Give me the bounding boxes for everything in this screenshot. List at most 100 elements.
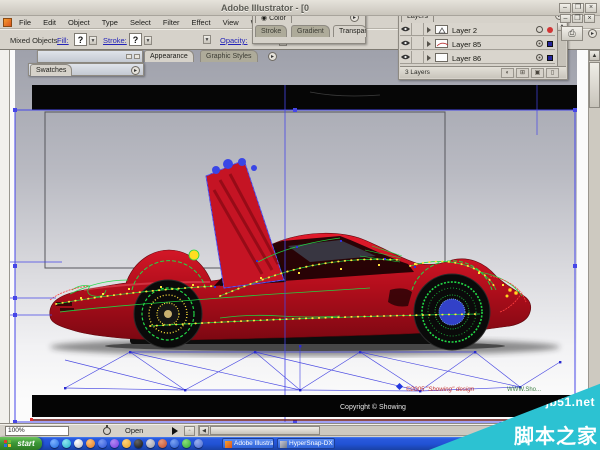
fill-dropdown-arrow-icon[interactable]: ▼	[89, 36, 97, 45]
play-icon[interactable]	[172, 427, 178, 435]
restore-button[interactable]: ❐	[572, 3, 584, 13]
doc-restore-button[interactable]: ❐	[572, 14, 583, 23]
selection-context-label: Mixed Objects	[10, 36, 58, 45]
layer-row[interactable]: Layer 2	[400, 23, 555, 36]
hypersnap-icon	[280, 441, 287, 448]
tab-stroke[interactable]: Stroke	[255, 25, 288, 37]
doc-close-button[interactable]: ×	[584, 14, 595, 23]
stroke-link[interactable]: Stroke:	[103, 36, 127, 45]
tab-appearance[interactable]: Appearance	[144, 50, 194, 62]
layers-count: 3 Layers	[405, 69, 430, 76]
expand-arrow-icon[interactable]	[427, 27, 431, 33]
layer-name[interactable]: Layer 2	[452, 26, 477, 35]
quick-launch-icon[interactable]	[110, 439, 119, 448]
status-text[interactable]: Open	[125, 426, 143, 435]
vertical-scrollbar[interactable]: ▲ ▼	[588, 50, 600, 424]
menu-effect[interactable]: Effect	[186, 16, 217, 27]
menu-object[interactable]: Object	[62, 16, 96, 27]
menu-edit[interactable]: Edit	[37, 16, 62, 27]
status-popup-button[interactable]: ▫	[184, 426, 195, 436]
appearance-palette-titlebar[interactable]	[37, 50, 143, 63]
export-button[interactable]: ⎙	[561, 26, 583, 41]
layer-thumbnail	[435, 39, 449, 48]
target-circle[interactable]	[536, 54, 543, 61]
minimize-button[interactable]: –	[559, 3, 571, 13]
new-sublayer-button[interactable]: ⊞	[516, 68, 529, 78]
taskbar-button-illustrator[interactable]: Adobe Illustrator - [05...	[222, 438, 274, 449]
menu-select[interactable]: Select	[124, 16, 157, 27]
artwork-credit-text: ©2005 "Showing" design	[406, 386, 475, 393]
visibility-toggle[interactable]	[400, 23, 412, 36]
lock-toggle[interactable]	[412, 37, 424, 50]
close-button[interactable]: ×	[585, 3, 597, 13]
artwork-copyright-text: Copyright © Showing	[340, 403, 406, 411]
swatches-palette: Swatches ▸	[28, 63, 144, 76]
layer-name[interactable]: Layer 86	[452, 54, 481, 63]
expand-arrow-icon[interactable]	[427, 41, 431, 47]
quick-launch-icon[interactable]	[98, 439, 107, 448]
menu-type[interactable]: Type	[96, 16, 124, 27]
zoom-level-field[interactable]: 100%	[5, 426, 69, 436]
fill-link[interactable]: Fill:	[57, 36, 69, 45]
window-title: Adobe Illustrator - [0	[220, 3, 309, 13]
windows-flag-icon	[4, 440, 11, 447]
tab-graphic-styles[interactable]: Graphic Styles	[200, 50, 258, 62]
horizontal-scroll-thumb[interactable]	[210, 426, 320, 435]
opacity-link[interactable]: Opacity:	[220, 36, 248, 45]
start-button[interactable]: start	[0, 437, 42, 450]
swatches-palette-menu-button[interactable]: ▸	[131, 66, 140, 75]
expand-arrow-icon[interactable]	[427, 55, 431, 61]
illustrator-document-icon	[3, 18, 12, 27]
document-canvas[interactable]: ©2005 "Showing" design WWW.Sho... Copyri…	[10, 50, 588, 424]
palette-close-button[interactable]	[134, 54, 140, 59]
target-circle[interactable]	[536, 40, 543, 47]
quick-launch-icon[interactable]	[74, 439, 83, 448]
layer-row[interactable]: Layer 86	[400, 51, 555, 64]
menu-filter[interactable]: Filter	[157, 16, 186, 27]
tab-transparency[interactable]: Transparency	[333, 25, 367, 37]
quick-launch-icon[interactable]	[182, 439, 191, 448]
quick-launch-icon[interactable]	[146, 439, 155, 448]
doc-minimize-button[interactable]: –	[560, 14, 571, 23]
stroke-weight-arrow-icon[interactable]: ▼	[203, 35, 211, 44]
scroll-left-arrow-icon[interactable]: ◀	[199, 426, 209, 435]
layers-status-bar: 3 Layers ◐ ⊞ ▣ ▯	[400, 66, 566, 78]
stroke-dropdown-arrow-icon[interactable]: ▼	[144, 36, 152, 45]
target-circle[interactable]	[536, 26, 543, 33]
fill-swatch[interactable]: ?	[74, 33, 87, 46]
tab-color-label: Color	[269, 15, 286, 22]
quick-launch-icon[interactable]	[170, 439, 179, 448]
quick-launch-icon[interactable]	[194, 439, 203, 448]
menu-file[interactable]: File	[13, 16, 37, 27]
quick-launch-icon[interactable]	[62, 439, 71, 448]
new-layer-button[interactable]: ▣	[531, 68, 544, 78]
palette-collapse-button[interactable]	[126, 54, 132, 59]
lock-toggle[interactable]	[412, 51, 424, 64]
visibility-toggle[interactable]	[400, 37, 412, 50]
quick-launch-icon[interactable]	[134, 439, 143, 448]
vertical-scroll-thumb[interactable]	[589, 62, 600, 108]
corner-menu-button[interactable]: ▸	[588, 29, 597, 38]
stopwatch-icon	[103, 425, 111, 435]
quick-launch-icon[interactable]	[158, 439, 167, 448]
layer-row[interactable]: Layer 85	[400, 37, 555, 50]
tab-swatches[interactable]: Swatches	[30, 64, 73, 76]
layer-thumbnail	[435, 25, 448, 34]
quick-launch-icon[interactable]	[86, 439, 95, 448]
layer-name[interactable]: Layer 85	[452, 40, 481, 49]
scroll-up-arrow-icon[interactable]: ▲	[589, 50, 600, 61]
title-bar: Adobe Illustrator - [0	[0, 0, 600, 16]
menu-view[interactable]: View	[217, 16, 245, 27]
artwork-credit-url: WWW.Sho...	[507, 387, 541, 393]
tab-gradient[interactable]: Gradient	[291, 25, 330, 37]
stroke-swatch[interactable]: ?	[129, 33, 142, 46]
visibility-toggle[interactable]	[400, 51, 412, 64]
make-clipping-mask-button[interactable]: ◐	[501, 68, 514, 78]
taskbar-button-hypersnap[interactable]: HyperSnap-DX (无标...	[277, 438, 335, 449]
lock-toggle[interactable]	[412, 23, 424, 36]
delete-layer-button[interactable]: ▯	[546, 68, 559, 78]
appearance-palette-menu-button[interactable]: ▸	[268, 52, 277, 61]
quick-launch-icon[interactable]	[50, 439, 59, 448]
quick-launch-icon[interactable]	[122, 439, 131, 448]
taskbar-button-label: Adobe Illustrator - [05...	[234, 440, 274, 447]
